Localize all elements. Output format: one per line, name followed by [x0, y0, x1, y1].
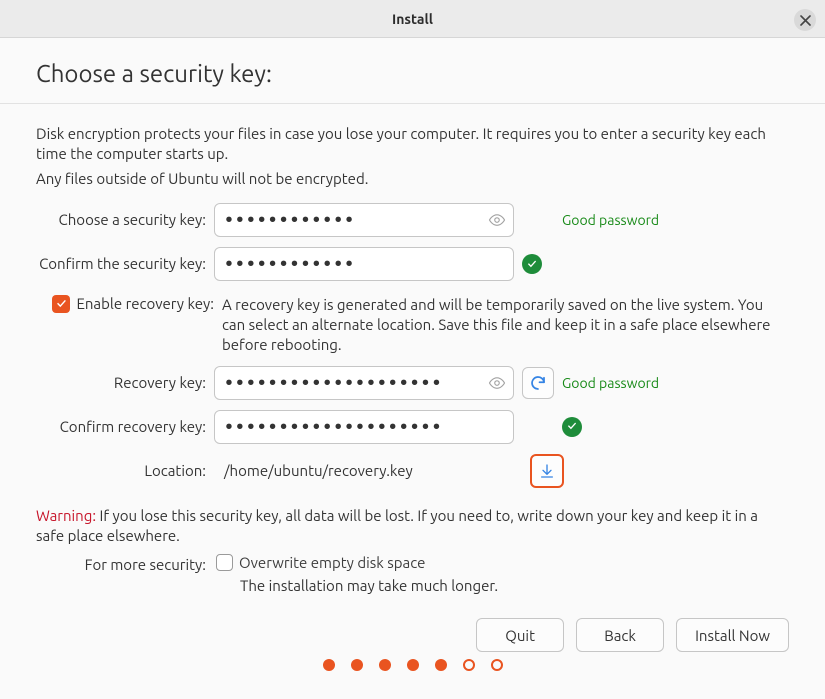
warning-text: Warning: If you lose this security key, … [36, 506, 789, 547]
progress-dot [351, 659, 363, 671]
recovery-key-feedback: Good password [562, 375, 789, 391]
overwrite-label: Overwrite empty disk space [239, 554, 425, 571]
label-confirm-key: Confirm the security key: [36, 255, 206, 272]
label-more-security: For more security: [36, 554, 206, 573]
recovery-description: A recovery key is generated and will be … [214, 295, 789, 356]
security-key-input[interactable] [214, 203, 514, 237]
close-icon [800, 15, 811, 26]
page-heading: Choose a security key: [36, 60, 789, 87]
eye-icon[interactable] [488, 211, 506, 229]
quit-button[interactable]: Quit [476, 618, 564, 652]
recovery-key-input[interactable] [214, 366, 514, 400]
intro-text: Disk encryption protects your files in c… [36, 124, 789, 165]
refresh-icon [529, 374, 547, 392]
eye-icon[interactable] [488, 374, 506, 392]
label-location: Location: [36, 462, 206, 479]
progress-dot [407, 659, 419, 671]
back-button[interactable]: Back [576, 618, 664, 652]
download-icon [539, 463, 555, 479]
check-icon: ✓ [522, 254, 542, 274]
security-key-feedback: Good password [562, 212, 789, 228]
recovery-key-confirm-input[interactable] [214, 410, 514, 444]
warning-prefix: Warning: [36, 507, 96, 524]
label-confirm-recovery: Confirm recovery key: [36, 418, 206, 435]
action-bar: Quit Back Install Now [36, 618, 789, 652]
progress-dot [379, 659, 391, 671]
install-now-button[interactable]: Install Now [676, 618, 789, 652]
overwrite-checkbox[interactable] [216, 554, 233, 571]
label-enable-recovery: Enable recovery key: [76, 295, 214, 312]
warning-body: If you lose this security key, all data … [36, 507, 758, 544]
titlebar: Install [0, 0, 825, 38]
close-button[interactable] [794, 9, 816, 31]
progress-dot [491, 659, 503, 671]
security-key-confirm-input[interactable] [214, 247, 514, 281]
enable-recovery-checkbox[interactable]: ✓ [52, 295, 70, 313]
label-recovery-key: Recovery key: [36, 374, 206, 391]
progress-dot [323, 659, 335, 671]
progress-dot [435, 659, 447, 671]
label-choose-key: Choose a security key: [36, 211, 206, 228]
regenerate-recovery-button[interactable] [522, 367, 554, 399]
window-title: Install [392, 11, 433, 27]
overwrite-hint: The installation may take much longer. [216, 577, 789, 594]
separator [0, 103, 825, 104]
intro-text-2: Any files outside of Ubuntu will not be … [36, 169, 789, 189]
location-value: /home/ubuntu/recovery.key [214, 462, 522, 479]
check-icon: ✓ [562, 417, 582, 437]
save-location-button[interactable] [530, 454, 564, 488]
progress-dot [463, 659, 475, 671]
progress-dots [0, 659, 825, 671]
